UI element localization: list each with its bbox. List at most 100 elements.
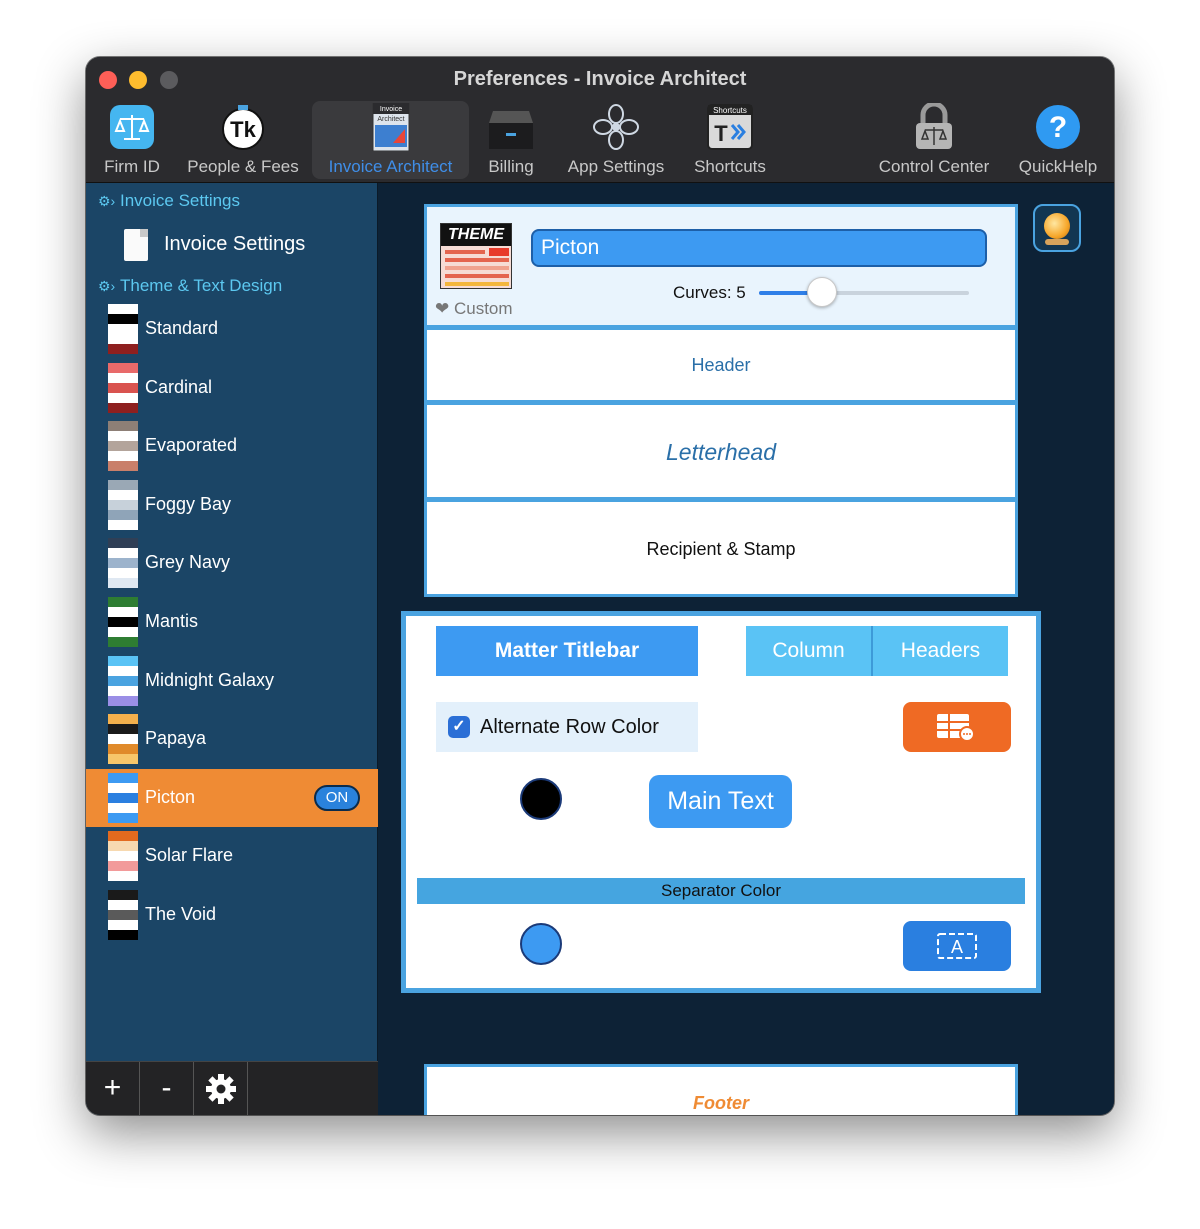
add-theme-button[interactable]: + <box>86 1062 140 1115</box>
theme-item[interactable]: Cardinal <box>86 359 378 417</box>
invoice-preview-icon <box>441 246 511 288</box>
theme-swatch-icon <box>108 831 138 882</box>
header-section-button[interactable]: Header <box>424 327 1018 403</box>
theme-swatch-icon <box>108 714 138 765</box>
column-button[interactable]: Column <box>746 626 873 676</box>
alternate-row-color-checkbox[interactable]: ✓ <box>448 716 470 738</box>
separator-color-bar: Separator Color <box>417 878 1025 904</box>
sidebar-bottom-bar: + - <box>86 1061 378 1115</box>
toolbar-label: People & Fees <box>187 157 299 176</box>
scales-icon <box>110 105 154 149</box>
sidebar-item-invoice-settings[interactable]: Invoice Settings <box>124 229 364 265</box>
help-icon: ? <box>1036 105 1080 149</box>
toolbar-quickhelp[interactable]: ? QuickHelp <box>1012 101 1104 179</box>
crystal-ball-stand-icon <box>1045 239 1069 245</box>
theme-swatch-icon <box>108 890 138 940</box>
titlebar: Preferences - Invoice Architect Firm ID … <box>86 57 1114 183</box>
theme-item-label: Foggy Bay <box>145 493 232 514</box>
toolbar-invoice-architect[interactable]: Invoice Architect Invoice Architect <box>312 101 469 179</box>
toolbar-billing[interactable]: Billing <box>476 101 546 179</box>
section-toggle-icon: ⚙› <box>98 278 116 294</box>
theme-swatch-icon <box>108 479 138 530</box>
flower-icon <box>593 104 639 150</box>
toolbar-control-center[interactable]: Control Center <box>866 101 1002 179</box>
theme-settings-button[interactable] <box>194 1062 248 1115</box>
preferences-window: Preferences - Invoice Architect Firm ID … <box>86 57 1114 1115</box>
theme-swatch-icon <box>108 362 138 413</box>
theme-item[interactable]: The Void <box>86 886 378 944</box>
theme-item-label: The Void <box>145 904 217 924</box>
theme-item-label: Grey Navy <box>145 552 231 573</box>
letterhead-section-button[interactable]: Letterhead <box>424 402 1018 500</box>
crystal-ball-icon <box>1044 213 1070 239</box>
shortcuts-icon-text: Shortcuts <box>713 106 747 115</box>
recipient-stamp-section-label: Recipient & Stamp <box>646 539 796 559</box>
theme-swatch-icon <box>108 772 138 823</box>
theme-logo-label: THEME <box>441 224 511 246</box>
table-options-button[interactable] <box>903 702 1011 752</box>
recipient-stamp-section-button[interactable]: Recipient & Stamp <box>424 499 1018 597</box>
theme-logo: THEME <box>440 223 512 289</box>
separator-color-swatch[interactable] <box>520 923 562 965</box>
toolbar-people-fees[interactable]: Tk People & Fees <box>181 101 305 179</box>
alternate-row-color-swatch[interactable] <box>520 778 562 820</box>
theme-item-label: Solar Flare <box>145 845 234 866</box>
curves-slider-knob[interactable] <box>807 277 837 307</box>
gear-icon <box>205 1074 236 1104</box>
letterhead-section-label: Letterhead <box>666 439 776 465</box>
invoice-architect-icon-text: Architect <box>377 116 404 123</box>
headers-button[interactable]: Headers <box>873 626 1008 676</box>
document-icon <box>124 229 148 261</box>
theme-item-label: Picton <box>145 786 196 807</box>
theme-item[interactable]: Grey Navy <box>86 534 378 592</box>
sidebar-item-label: Invoice Settings <box>164 233 306 255</box>
theme-swatch-icon <box>108 421 138 472</box>
theme-name-field[interactable]: Picton <box>531 229 987 267</box>
lock-icon <box>916 103 952 149</box>
theme-item-label: Papaya <box>145 728 207 749</box>
shortcuts-icon: Shortcuts T <box>707 104 753 150</box>
header-section-label: Header <box>691 355 751 375</box>
toolbar-label: QuickHelp <box>1018 157 1098 176</box>
theme-active-badge[interactable]: ON <box>314 784 360 811</box>
toolbar-app-settings[interactable]: App Settings <box>556 101 676 179</box>
text-box-button[interactable]: A <box>903 921 1011 971</box>
theme-item[interactable]: Papaya <box>86 710 378 768</box>
toolbar-firm-id[interactable]: Firm ID <box>96 101 168 179</box>
toolbar-label: Firm ID <box>104 157 160 176</box>
theme-item[interactable]: Mantis <box>86 593 378 651</box>
toolbar-label: Shortcuts <box>694 157 766 176</box>
matter-titlebar-button[interactable]: Matter Titlebar <box>436 626 698 676</box>
sidebar-section-theme-text-design[interactable]: ⚙› Theme & Text Design <box>98 276 282 296</box>
window-title: Preferences - Invoice Architect <box>453 68 747 90</box>
footer-section-button[interactable]: Footer <box>424 1064 1018 1115</box>
toolbar-label: App Settings <box>567 157 665 176</box>
crystal-ball-button[interactable] <box>1033 204 1081 252</box>
theme-item[interactable]: Midnight Galaxy <box>86 652 378 710</box>
section-toggle-icon: ⚙› <box>98 193 116 209</box>
theme-swatch-icon <box>108 597 138 647</box>
theme-item[interactable]: Standard <box>86 300 378 358</box>
table-design-panel: Matter Titlebar Column Headers ✓ Alterna… <box>401 611 1041 993</box>
curves-label: Curves: 5 <box>673 283 746 302</box>
toolbar-shortcuts[interactable]: Shortcuts T Shortcuts <box>684 101 776 179</box>
theme-item[interactable]: Foggy Bay <box>86 476 378 534</box>
remove-theme-button[interactable]: - <box>140 1062 194 1115</box>
theme-item[interactable]: Solar Flare <box>86 827 378 885</box>
theme-item-label: Cardinal <box>145 376 213 397</box>
toolbar-label: Billing <box>488 157 534 176</box>
theme-card: THEME Picton Curves: 5 ❤ Custom <box>424 204 1018 328</box>
main-text-button[interactable]: Main Text <box>649 775 792 828</box>
alternate-row-color-label: Alternate Row Color <box>480 716 659 738</box>
theme-item-label: Standard <box>145 318 219 338</box>
theme-swatch-icon <box>108 538 138 589</box>
theme-item[interactable]: Picton ON <box>86 768 378 827</box>
theme-item[interactable]: Evaporated <box>86 417 378 475</box>
sidebar-section-invoice-settings[interactable]: ⚙› Invoice Settings <box>98 191 240 211</box>
alternate-row-color-option[interactable]: ✓ Alternate Row Color <box>436 702 698 752</box>
curves-slider[interactable] <box>759 277 969 307</box>
theme-swatch-icon <box>108 304 138 354</box>
sidebar: ⚙› Invoice Settings Invoice Settings ⚙› Th… <box>86 183 378 1115</box>
theme-item-label: Midnight Galaxy <box>145 669 275 690</box>
svg-text:Tk: Tk <box>230 117 256 142</box>
